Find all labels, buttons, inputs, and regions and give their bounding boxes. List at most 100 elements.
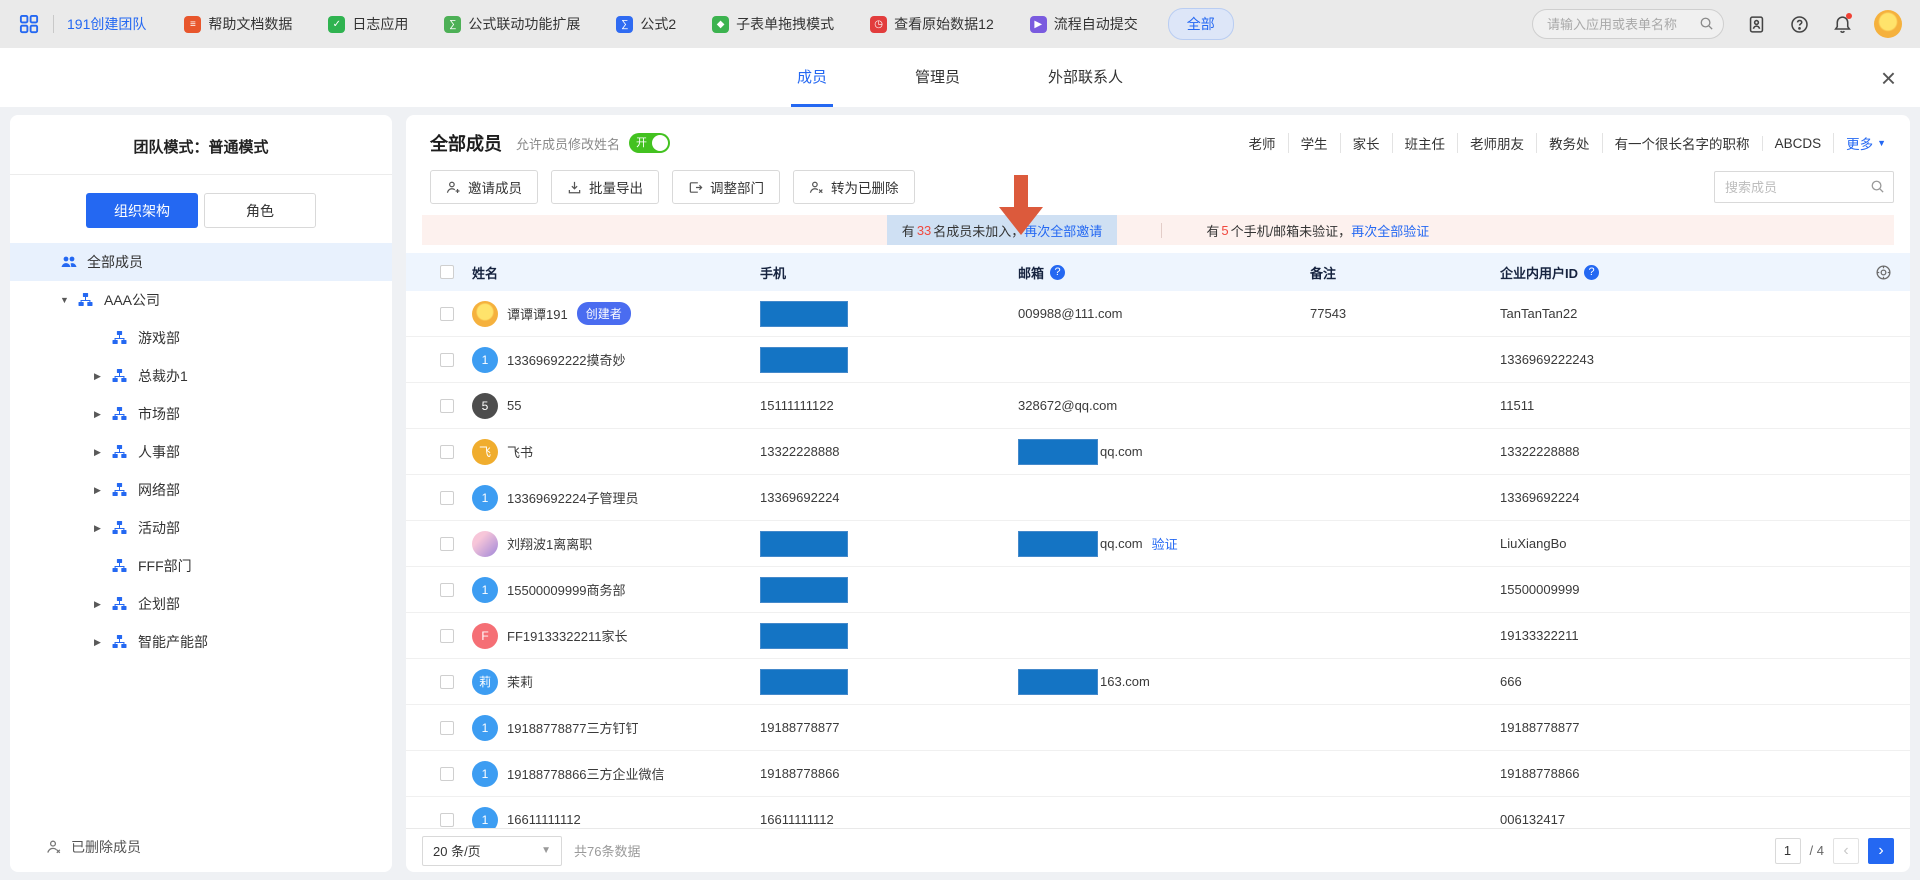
more-tags-button[interactable]: 更多▼ — [1833, 133, 1886, 153]
allow-rename-label: 允许成员修改姓名 — [516, 134, 620, 153]
export-member-button[interactable]: 批量导出 — [551, 170, 659, 204]
app-grid-icon[interactable] — [18, 13, 40, 35]
role-tag[interactable]: 教务处 — [1536, 133, 1602, 153]
row-checkbox[interactable] — [440, 445, 454, 459]
expand-icon[interactable]: ▶ — [94, 371, 111, 382]
sidebar-tree-item[interactable]: ▶总裁办1 — [10, 357, 392, 395]
adjust-member-button[interactable]: 调整部门 — [672, 170, 780, 204]
avatar: 5 — [472, 393, 498, 419]
expand-icon[interactable]: ▶ — [94, 599, 111, 610]
nav-app-tab[interactable]: ◆子表单拖拽模式 — [712, 14, 834, 34]
email-cell: 328672@qq.com — [1010, 398, 1302, 413]
avatar: F — [472, 623, 498, 649]
expand-icon[interactable]: ▼ — [60, 295, 77, 305]
nav-app-tab[interactable]: ▶流程自动提交 — [1030, 14, 1138, 34]
column-settings-icon[interactable] — [1862, 264, 1910, 281]
nav-app-tab[interactable]: ✓日志应用 — [328, 14, 408, 34]
all-apps-pill[interactable]: 全部 — [1168, 8, 1234, 40]
notice-text: 有 — [1206, 221, 1219, 240]
row-checkbox[interactable] — [440, 537, 454, 551]
roles-button[interactable]: 角色 — [204, 193, 316, 228]
sidebar-tree-item[interactable]: ▼AAA公司 — [10, 281, 392, 319]
deleted-members-link[interactable]: 已删除成员 — [46, 837, 141, 857]
sidebar-tree-item[interactable]: ▶企划部 — [10, 585, 392, 623]
tab-external-contacts[interactable]: 外部联系人 — [1042, 48, 1129, 107]
current-page-input[interactable]: 1 — [1775, 838, 1801, 864]
sidebar-tree-item[interactable]: ▶活动部 — [10, 509, 392, 547]
delete-member-button[interactable]: 转为已删除 — [793, 170, 915, 204]
allow-rename-toggle[interactable]: 开 — [629, 133, 670, 153]
role-tag[interactable]: 学生 — [1288, 133, 1340, 153]
invite-icon — [446, 180, 461, 195]
row-checkbox[interactable] — [440, 353, 454, 367]
app-icon: ∑ — [444, 16, 461, 33]
redacted-email — [1018, 531, 1098, 557]
nav-app-tab[interactable]: ∑公式联动功能扩展 — [444, 14, 580, 34]
nav-app-label: 子表单拖拽模式 — [736, 14, 834, 34]
expand-icon[interactable]: ▶ — [94, 523, 111, 534]
org-sidebar: 团队模式：普通模式 组织架构 角色 全部成员▼AAA公司游戏部▶总裁办1▶市场部… — [10, 115, 392, 872]
tab-admins[interactable]: 管理员 — [909, 48, 966, 107]
member-name: 55 — [507, 398, 521, 413]
role-tag[interactable]: 老师 — [1237, 133, 1288, 153]
nav-app-tab[interactable]: ≡帮助文档数据 — [184, 14, 292, 34]
row-checkbox[interactable] — [440, 767, 454, 781]
sidebar-tree-item[interactable]: ▶人事部 — [10, 433, 392, 471]
member-name: 15500009999商务部 — [507, 580, 626, 599]
select-all-checkbox[interactable] — [440, 265, 454, 279]
column-name: 姓名 — [464, 263, 752, 282]
reverify-all-link[interactable]: 再次全部验证 — [1351, 221, 1429, 240]
org-node-icon — [111, 633, 129, 651]
role-tag[interactable]: 家长 — [1340, 133, 1392, 153]
sidebar-tree-item[interactable]: ▶市场部 — [10, 395, 392, 433]
search-icon — [1870, 179, 1885, 194]
row-checkbox[interactable] — [440, 813, 454, 827]
row-checkbox[interactable] — [440, 629, 454, 643]
sidebar-tree-item[interactable]: ▶智能产能部 — [10, 623, 392, 661]
member-search-input[interactable] — [1714, 171, 1894, 203]
expand-icon[interactable]: ▶ — [94, 637, 111, 648]
user-id-help-icon[interactable]: ? — [1584, 265, 1599, 280]
sidebar-tree-item[interactable]: 全部成员 — [10, 243, 392, 281]
invite-member-button[interactable]: 邀请成员 — [430, 170, 538, 204]
team-name[interactable]: 191创建团队 — [67, 14, 146, 34]
verify-link[interactable]: 验证 — [1152, 534, 1178, 553]
expand-icon[interactable]: ▶ — [94, 485, 111, 496]
table-row: 113369692224子管理员1336969222413369692224 — [406, 475, 1910, 521]
expand-icon[interactable]: ▶ — [94, 409, 111, 420]
row-checkbox[interactable] — [440, 307, 454, 321]
next-page-button[interactable]: › — [1868, 838, 1894, 864]
button-label: 邀请成员 — [468, 177, 522, 197]
role-tag[interactable]: ABCDS — [1762, 136, 1834, 151]
sidebar-tree-item[interactable]: 游戏部 — [10, 319, 392, 357]
role-tag[interactable]: 有一个很长名字的职称 — [1602, 133, 1762, 153]
close-icon[interactable]: × — [1881, 65, 1896, 91]
help-icon[interactable] — [1788, 13, 1810, 35]
user-avatar[interactable] — [1874, 10, 1902, 38]
org-node-icon — [111, 557, 129, 575]
contacts-book-icon[interactable] — [1745, 13, 1767, 35]
email-help-icon[interactable]: ? — [1050, 265, 1065, 280]
prev-page-button[interactable]: ‹ — [1833, 838, 1859, 864]
row-checkbox[interactable] — [440, 491, 454, 505]
notification-bell-icon[interactable] — [1831, 13, 1853, 35]
member-name: 谭谭谭191 — [507, 304, 568, 323]
role-tag[interactable]: 班主任 — [1392, 133, 1458, 153]
row-checkbox[interactable] — [440, 399, 454, 413]
row-checkbox[interactable] — [440, 675, 454, 689]
table-row: 飞飞书13322228888qq.com13322228888 — [406, 429, 1910, 475]
avatar: 1 — [472, 485, 498, 511]
sidebar-tree-item[interactable]: ▶网络部 — [10, 471, 392, 509]
page-size-select[interactable]: 20 条/页 ▼ — [422, 836, 562, 866]
sidebar-tree-item[interactable]: FFF部门 — [10, 547, 392, 585]
tab-members[interactable]: 成员 — [791, 48, 833, 107]
nav-app-tab[interactable]: ◷查看原始数据12 — [870, 14, 994, 34]
expand-icon[interactable]: ▶ — [94, 447, 111, 458]
global-search-input[interactable] — [1532, 9, 1724, 39]
row-checkbox[interactable] — [440, 583, 454, 597]
org-structure-button[interactable]: 组织架构 — [86, 193, 198, 228]
row-checkbox[interactable] — [440, 721, 454, 735]
nav-app-tab[interactable]: ∑公式2 — [616, 14, 676, 34]
role-tag[interactable]: 老师朋友 — [1457, 133, 1536, 153]
avatar — [472, 531, 498, 557]
